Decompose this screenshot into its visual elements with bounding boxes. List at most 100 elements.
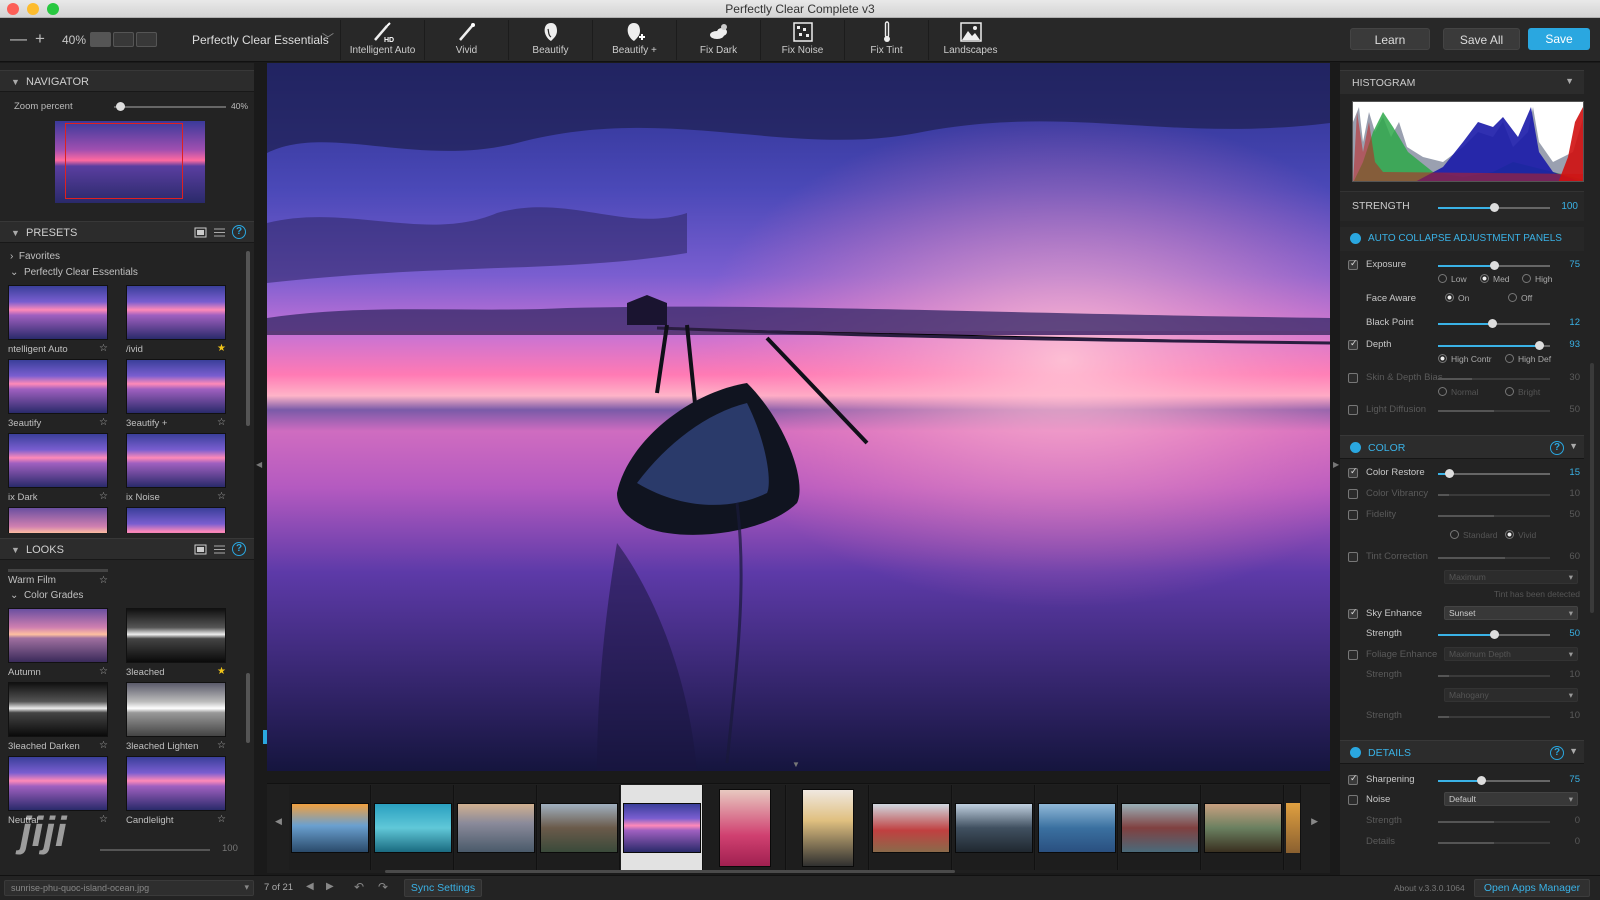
filmstrip-thumbnail[interactable] (1285, 785, 1301, 870)
preset-item[interactable]: Candlelight ☆ (126, 756, 226, 826)
adjustment-slider[interactable] (1438, 378, 1550, 380)
tool-beautify[interactable]: Beautify (508, 20, 592, 60)
preset-thumbnail[interactable] (126, 507, 226, 533)
right-panel-scrollbar[interactable] (1590, 363, 1594, 613)
filmstrip-thumbnail[interactable] (538, 785, 620, 870)
star-icon[interactable]: ☆ (99, 575, 108, 586)
slider-knob[interactable] (1490, 203, 1499, 212)
preset-thumbnail[interactable] (126, 756, 226, 811)
star-icon[interactable]: ★ (217, 344, 226, 354)
list-view-icon[interactable] (213, 543, 226, 556)
enable-checkbox[interactable] (1348, 258, 1358, 270)
tool-intelligent-auto[interactable]: HD Intelligent Auto (340, 20, 424, 60)
essentials-group[interactable]: ⌄ Perfectly Clear Essentials (10, 267, 138, 278)
preset-item[interactable]: ix Dark ☆ (8, 433, 108, 503)
filmstrip-thumbnail[interactable] (455, 785, 537, 870)
preset-thumbnail[interactable] (8, 285, 108, 340)
filmstrip-thumbnail[interactable] (372, 785, 454, 870)
filmstrip-thumbnail[interactable] (1036, 785, 1118, 870)
enable-checkbox[interactable] (1348, 489, 1358, 499)
histogram-header[interactable]: HISTOGRAM ▼ (1340, 70, 1584, 94)
preset-thumbnail[interactable] (8, 608, 108, 663)
help-icon[interactable]: ? (232, 542, 246, 556)
save-all-button[interactable]: Save All (1443, 28, 1520, 50)
auto-collapse-toggle[interactable] (1350, 233, 1361, 244)
color-grades-group[interactable]: ⌄ Color Grades (10, 590, 83, 601)
sync-settings-button[interactable]: Sync Settings (404, 879, 482, 897)
enable-checkbox[interactable] (1348, 773, 1358, 785)
preset-item[interactable]: 3leached ★ (126, 608, 226, 678)
slider-knob[interactable] (1487, 319, 1497, 328)
adjustment-slider[interactable] (1438, 494, 1550, 496)
slider-knob[interactable] (1445, 469, 1455, 478)
filmstrip-next-icon[interactable]: ▶ (1311, 816, 1318, 827)
undo-icon[interactable]: ↶ (354, 880, 364, 894)
adjustment-slider[interactable] (1438, 515, 1550, 517)
filmstrip-thumbnail[interactable] (289, 785, 371, 870)
slider-knob[interactable] (1476, 776, 1486, 785)
enable-checkbox[interactable] (1348, 650, 1358, 660)
enable-checkbox[interactable] (1348, 338, 1358, 350)
details-enable-toggle[interactable] (1350, 747, 1361, 758)
star-icon[interactable]: ★ (217, 667, 226, 677)
enable-checkbox[interactable] (1348, 510, 1358, 520)
radio-option[interactable]: High Contr (1438, 354, 1492, 364)
adjustment-slider[interactable] (1438, 821, 1550, 823)
star-icon[interactable]: ☆ (99, 667, 108, 677)
star-icon[interactable]: ☆ (217, 492, 226, 502)
filmstrip-thumbnail[interactable] (1202, 785, 1284, 870)
adjustment-slider[interactable] (1438, 341, 1550, 350)
zoom-in-button[interactable]: + (35, 30, 45, 47)
preset-thumbnail[interactable] (126, 433, 226, 488)
collapse-triangle-icon[interactable]: ▼ (1569, 746, 1578, 756)
slider-knob[interactable] (1534, 341, 1544, 350)
adjustment-slider[interactable] (1438, 557, 1550, 559)
star-icon[interactable]: ☆ (99, 344, 108, 354)
radio-option[interactable]: Off (1508, 293, 1532, 303)
main-photo[interactable] (267, 63, 1330, 771)
preset-item[interactable]: 3leached Lighten ☆ (126, 682, 226, 752)
star-icon[interactable]: ☆ (99, 815, 108, 825)
preset-thumbnail[interactable] (8, 682, 108, 737)
help-icon[interactable]: ? (232, 225, 246, 239)
chevron-down-icon[interactable]: ﹀ (322, 30, 334, 47)
tool-landscapes[interactable]: Landscapes (928, 20, 1012, 60)
collapse-triangle-icon[interactable]: ▼ (11, 222, 20, 244)
next-image-icon[interactable]: ▶ (326, 881, 334, 892)
preset-thumbnail[interactable] (126, 285, 226, 340)
look-strength-slider[interactable] (100, 849, 210, 851)
slider-knob[interactable] (1490, 261, 1499, 270)
tool-beautify-plus[interactable]: Beautify + (592, 20, 676, 60)
zoom-percent-slider[interactable] (114, 102, 226, 111)
adjustment-dropdown[interactable]: Mahogany (1444, 688, 1578, 702)
looks-header[interactable]: ▼ LOOKS ? (0, 538, 254, 560)
preset-thumbnail[interactable] (8, 756, 108, 811)
filmstrip-thumbnail[interactable] (1119, 785, 1201, 870)
single-view-button[interactable] (90, 32, 111, 47)
adjustment-dropdown[interactable]: Maximum Depth (1444, 647, 1578, 661)
filmstrip-thumbnail[interactable] (870, 785, 952, 870)
adjustment-dropdown[interactable]: Sunset (1444, 606, 1578, 620)
filmstrip-scrollbar[interactable] (385, 870, 955, 873)
preset-thumbnail[interactable] (8, 433, 108, 488)
adjustment-slider[interactable] (1438, 776, 1550, 785)
tool-fix-noise[interactable]: Fix Noise (760, 20, 844, 60)
grid-view-icon[interactable] (194, 543, 207, 556)
tool-vivid[interactable]: Vivid (424, 20, 508, 60)
collapse-triangle-icon[interactable]: ▼ (11, 71, 20, 93)
favorites-group[interactable]: › Favorites (10, 251, 60, 262)
zoom-window-button[interactable] (47, 3, 59, 15)
enable-checkbox[interactable] (1348, 373, 1358, 383)
tool-fix-dark[interactable]: Fix Dark (676, 20, 760, 60)
details-header[interactable]: DETAILS ? ▼ (1340, 740, 1584, 764)
preset-item[interactable]: 3leached Darken ☆ (8, 682, 108, 752)
enable-checkbox[interactable] (1348, 795, 1358, 805)
close-window-button[interactable] (7, 3, 19, 15)
preset-set-selector[interactable]: Perfectly Clear Essentials (192, 33, 329, 47)
adjustment-slider[interactable] (1438, 842, 1550, 844)
radio-option[interactable]: On (1445, 293, 1469, 303)
filmstrip-prev-icon[interactable]: ◀ (275, 816, 282, 827)
zoom-out-button[interactable]: — (10, 30, 27, 47)
adjustment-dropdown[interactable]: Default (1444, 792, 1578, 806)
preset-item[interactable]: ntelligent Auto ☆ (8, 285, 108, 355)
